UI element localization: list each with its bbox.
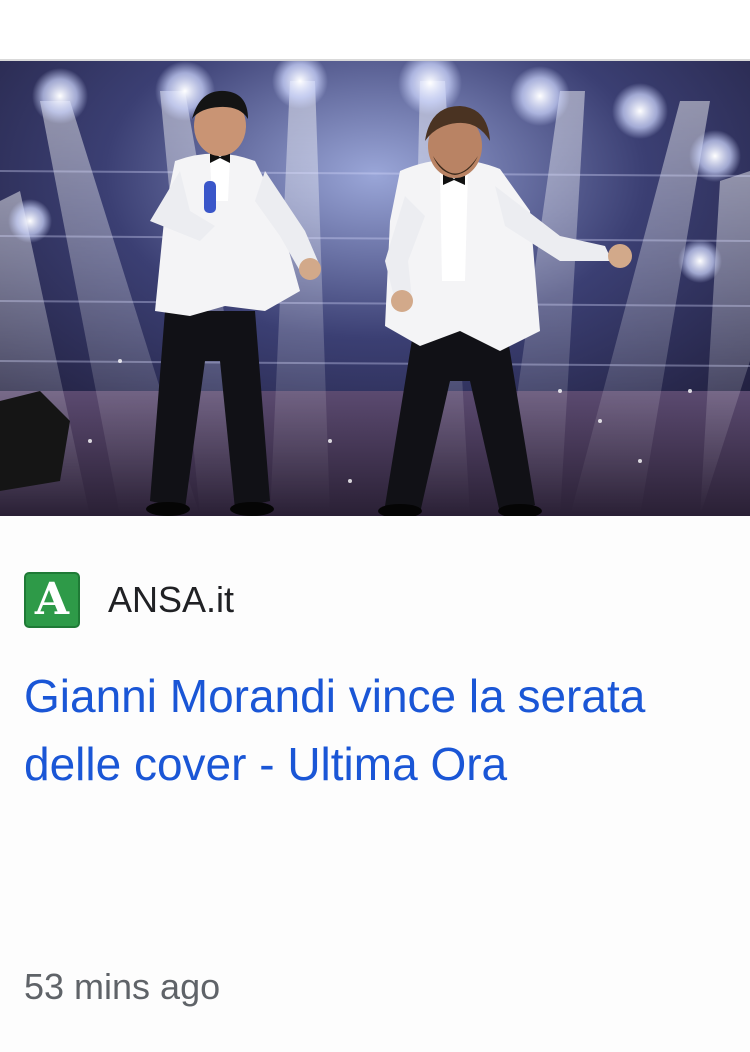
source-name: ANSA.it (108, 579, 235, 620)
ansa-logo-icon: A (24, 572, 80, 628)
top-strip (0, 0, 750, 60)
article-headline[interactable]: Gianni Morandi vince la serata delle cov… (24, 662, 714, 798)
source-row[interactable]: A ANSA.it (24, 572, 234, 628)
article-timestamp: 53 mins ago (24, 966, 221, 1007)
article-image[interactable] (0, 61, 750, 516)
